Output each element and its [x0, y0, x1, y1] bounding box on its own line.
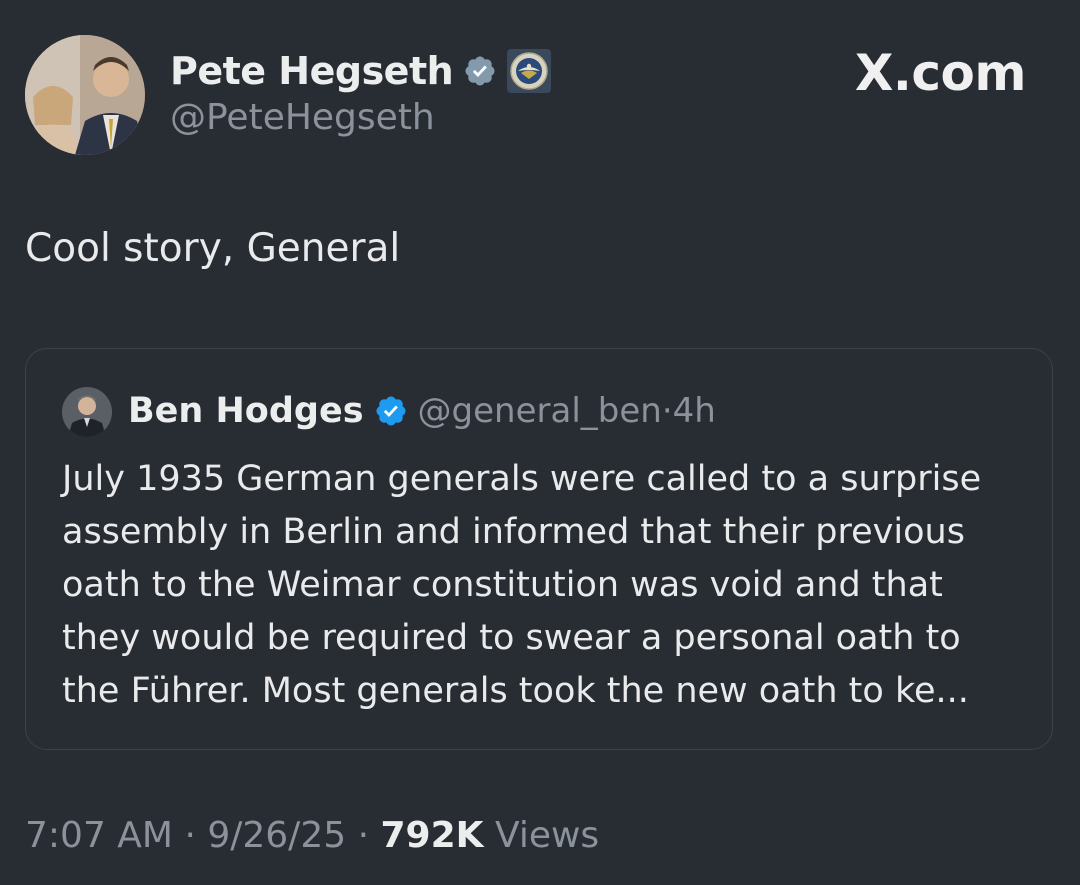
quote-author-name[interactable]: Ben Hodges — [128, 391, 364, 431]
author-handle[interactable]: @PeteHegseth — [170, 97, 435, 138]
quote-author-handle[interactable]: @general_ben — [418, 391, 662, 431]
quote-text-line: assembly in Berlin and informed that the… — [62, 512, 965, 552]
quote-text-line: they would be required to swear a person… — [62, 618, 961, 658]
tweet-text: Cool story, General — [25, 226, 401, 271]
tweet-time[interactable]: 7:07 AM — [25, 815, 173, 856]
tweet-footer-meta: 7:07 AM · 9/26/25 · 792K Views — [25, 815, 599, 856]
tweet-page: Pete Hegseth @PeteHegseth X.com Cool sto… — [0, 0, 1080, 885]
quote-text-line: the Führer. Most generals took the new o… — [62, 671, 969, 711]
footer-separator: · — [184, 815, 196, 856]
tweet-date[interactable]: 9/26/25 — [207, 815, 346, 856]
author-avatar-photo — [25, 35, 145, 155]
quote-text-line: July 1935 German generals were called to… — [62, 459, 982, 499]
brand-label: X.com — [854, 44, 1027, 102]
verified-badge-gray-icon[interactable] — [463, 54, 497, 88]
quote-meta-separator: · — [661, 391, 673, 431]
quote-timestamp[interactable]: 4h — [673, 391, 716, 431]
views-count[interactable]: 792K — [380, 815, 483, 856]
brand-label-text: X.com — [854, 44, 1027, 102]
author-display-name[interactable]: Pete Hegseth — [170, 49, 454, 93]
quote-header: Ben Hodges @general_ben·4h — [128, 385, 716, 437]
department-seal-icon[interactable] — [507, 49, 552, 93]
quote-text: July 1935 German generals were called to… — [62, 453, 1032, 718]
author-name-row: Pete Hegseth — [170, 44, 552, 98]
quote-author-avatar-photo — [62, 387, 112, 437]
quote-author-avatar[interactable] — [62, 387, 112, 437]
views-label: Views — [494, 815, 600, 856]
footer-separator: · — [357, 815, 370, 856]
quote-text-line: oath to the Weimar constitution was void… — [62, 565, 943, 605]
verified-badge-blue-icon[interactable] — [374, 394, 408, 428]
quoted-tweet-card[interactable]: Ben Hodges @general_ben·4h July 1935 Ger… — [25, 348, 1053, 750]
author-avatar[interactable] — [25, 35, 145, 155]
